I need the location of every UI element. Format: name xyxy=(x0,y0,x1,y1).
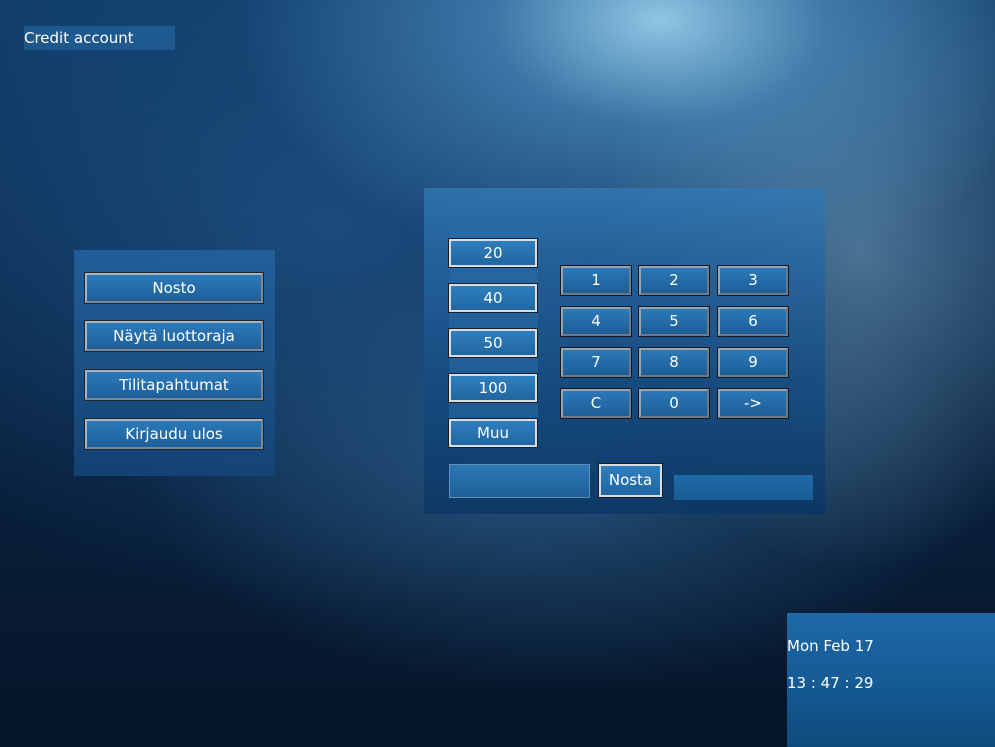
amount-100-button[interactable]: 100 xyxy=(448,373,538,403)
keypad-key-0[interactable]: 0 xyxy=(638,388,710,419)
withdraw-menu-button[interactable]: Nosto xyxy=(84,272,264,304)
withdraw-result-box xyxy=(674,475,813,500)
show-credit-limit-button[interactable]: Näytä luottoraja xyxy=(84,320,264,352)
amount-input[interactable] xyxy=(449,464,590,498)
keypad-key-5[interactable]: 5 xyxy=(638,306,710,337)
keypad-key-8[interactable]: 8 xyxy=(638,347,710,378)
keypad-key-4[interactable]: 4 xyxy=(560,306,632,337)
withdraw-submit-button[interactable]: Nosta xyxy=(598,463,663,498)
keypad-key-1[interactable]: 1 xyxy=(560,265,632,296)
transactions-button[interactable]: Tilitapahtumat xyxy=(84,369,264,401)
clock-panel: Mon Feb 17 13 : 47 : 29 xyxy=(787,613,995,747)
amount-50-button[interactable]: 50 xyxy=(448,328,538,358)
keypad-key-6[interactable]: 6 xyxy=(717,306,789,337)
amount-20-button[interactable]: 20 xyxy=(448,238,538,268)
logout-button[interactable]: Kirjaudu ulos xyxy=(84,418,264,450)
keypad-key-3[interactable]: 3 xyxy=(717,265,789,296)
keypad-key-2[interactable]: 2 xyxy=(638,265,710,296)
amount-other-button[interactable]: Muu xyxy=(448,418,538,448)
clock-time: 13 : 47 : 29 xyxy=(787,674,874,692)
keypad-enter-key[interactable]: -> xyxy=(717,388,789,419)
amount-40-button[interactable]: 40 xyxy=(448,283,538,313)
keypad-key-9[interactable]: 9 xyxy=(717,347,789,378)
keypad-clear-key[interactable]: C xyxy=(560,388,632,419)
window-title: Credit account xyxy=(24,26,175,50)
clock-date: Mon Feb 17 xyxy=(787,637,874,655)
main-menu-panel: Nosto Näytä luottoraja Tilitapahtumat Ki… xyxy=(74,250,275,476)
keypad-key-7[interactable]: 7 xyxy=(560,347,632,378)
withdraw-panel: 20 40 50 100 Muu 1 2 3 4 5 6 7 8 9 C 0 -… xyxy=(424,188,825,514)
